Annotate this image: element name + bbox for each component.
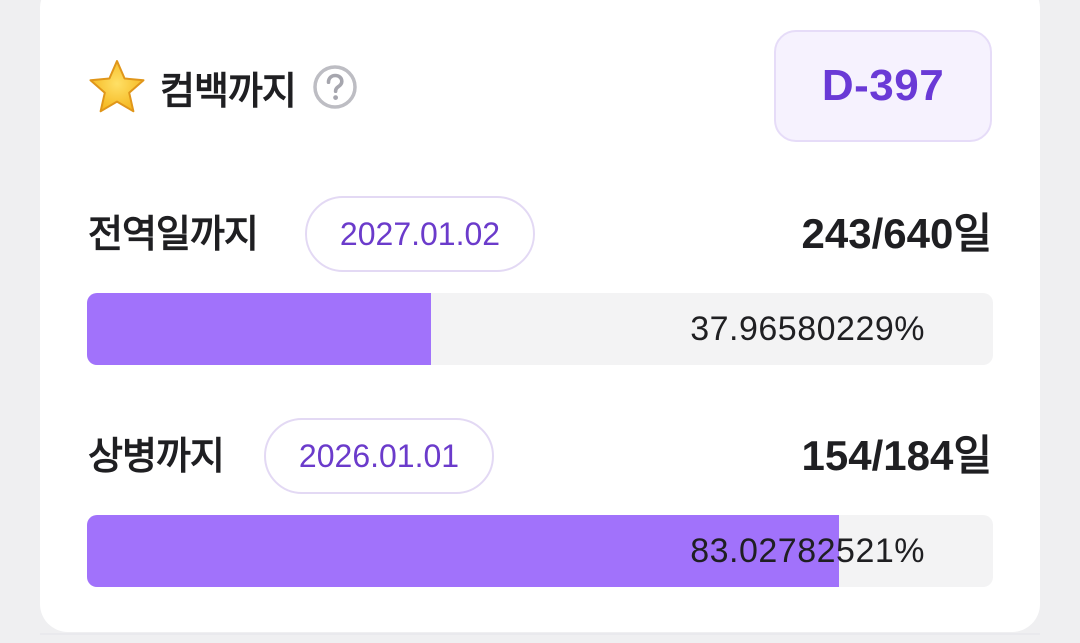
corporal-date-chip[interactable]: 2026.01.01 <box>264 418 494 494</box>
page-title: 컴백까지 <box>160 68 297 113</box>
dday-badge: D-397 <box>774 30 992 142</box>
card-divider <box>40 633 1040 635</box>
corporal-days-count: 154/184일 <box>801 431 992 480</box>
discharge-days-count: 243/640일 <box>801 209 992 258</box>
discharge-progress-bar: 37.96580229% <box>87 293 993 365</box>
question-circle-icon[interactable] <box>312 64 358 110</box>
corporal-progress-percent: 83.02782521% <box>690 532 925 570</box>
card-header: 컴백까지 <box>88 58 358 116</box>
discharge-progress-fill <box>87 293 431 365</box>
discharge-label: 전역일까지 <box>88 212 259 256</box>
corporal-progress-bar: 83.02782521% <box>87 515 993 587</box>
corporal-label: 상병까지 <box>88 434 225 478</box>
discharge-date-chip[interactable]: 2027.01.02 <box>305 196 535 272</box>
star-icon <box>88 58 146 116</box>
discharge-progress-percent: 37.96580229% <box>690 310 925 348</box>
